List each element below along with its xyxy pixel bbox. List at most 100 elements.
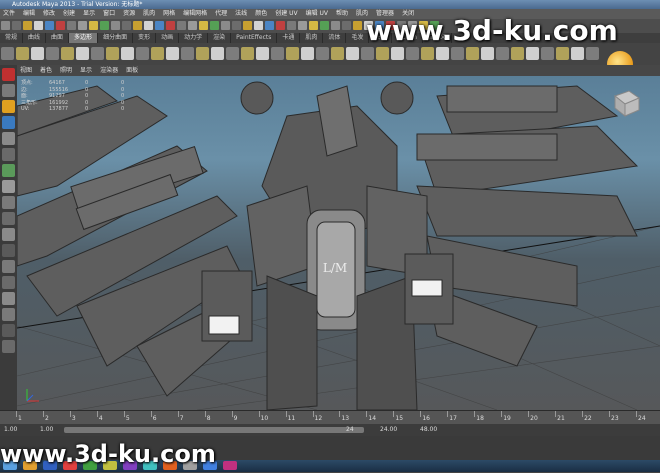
menu-item[interactable]: 颜色: [255, 9, 267, 19]
taskbar-app-icon[interactable]: [223, 461, 237, 470]
range-start[interactable]: 1.00: [4, 426, 17, 433]
shelf-tool-icon[interactable]: [211, 47, 224, 60]
status-tool-icon[interactable]: [166, 21, 175, 30]
shelf-tool-icon[interactable]: [466, 47, 479, 60]
panel-menu-item[interactable]: 渲染器: [100, 67, 118, 74]
shelf-tool-icon[interactable]: [346, 47, 359, 60]
shelf-tab[interactable]: 肌肉: [300, 33, 324, 43]
shelf-tool-icon[interactable]: [331, 47, 344, 60]
shelf-tab[interactable]: PaintEffects: [231, 33, 278, 43]
shelf-tab[interactable]: 曲面: [46, 33, 70, 43]
range-start-inner[interactable]: 1.00: [40, 426, 53, 433]
shelf-tab[interactable]: 动画: [156, 33, 180, 43]
shelf-tab[interactable]: 多边形: [69, 33, 99, 43]
tool-icon[interactable]: [2, 340, 15, 353]
time-slider[interactable]: 1 2 3 4 5 6 7 8 9 10 11 12 13 14 15 16 17 18 19 20 21 22 23 24: [0, 410, 660, 425]
shelf-tool-icon[interactable]: [76, 47, 89, 60]
tool-icon[interactable]: [2, 324, 15, 337]
shelf-tab[interactable]: 变形: [133, 33, 157, 43]
shelf-tab[interactable]: 曲线: [23, 33, 47, 43]
menu-item[interactable]: 窗口: [103, 9, 115, 19]
shelf-tool-icon[interactable]: [106, 47, 119, 60]
shelf-tool-icon[interactable]: [151, 47, 164, 60]
tool-icon[interactable]: [2, 68, 15, 81]
shelf-tab[interactable]: 常规: [0, 33, 24, 43]
status-tool-icon[interactable]: [122, 21, 131, 30]
status-tool-icon[interactable]: [177, 21, 186, 30]
menu-item[interactable]: 修改: [43, 9, 55, 19]
status-tool-icon[interactable]: [133, 21, 142, 30]
shelf-tool-icon[interactable]: [256, 47, 269, 60]
viewport[interactable]: L/M 顶点: 64167 0 0 边: 155516 0 0 面: 91297 0 0 三角形: 161…: [17, 76, 660, 410]
shelf-tab[interactable]: 渲染: [208, 33, 232, 43]
shelf-tab[interactable]: 动力学: [179, 33, 209, 43]
shelf-tool-icon[interactable]: [226, 47, 239, 60]
tool-icon[interactable]: [2, 260, 15, 273]
status-tool-icon[interactable]: [265, 21, 274, 30]
status-tool-icon[interactable]: [100, 21, 109, 30]
range-bar[interactable]: [64, 427, 364, 433]
shelf-tool-icon[interactable]: [121, 47, 134, 60]
menu-item[interactable]: 代理: [215, 9, 227, 19]
shelf-tab[interactable]: 卡通: [277, 33, 301, 43]
shelf-tool-icon[interactable]: [541, 47, 554, 60]
shelf-tool-icon[interactable]: [511, 47, 524, 60]
shelf-tool-icon[interactable]: [451, 47, 464, 60]
shelf-tool-icon[interactable]: [301, 47, 314, 60]
status-tool-icon[interactable]: [320, 21, 329, 30]
shelf-tool-icon[interactable]: [586, 47, 599, 60]
tool-icon[interactable]: [2, 84, 15, 97]
status-tool-icon[interactable]: [309, 21, 318, 30]
status-tool-icon[interactable]: [342, 21, 351, 30]
shelf-tool-icon[interactable]: [196, 47, 209, 60]
tool-icon[interactable]: [2, 180, 15, 193]
status-tool-icon[interactable]: [78, 21, 87, 30]
tool-icon[interactable]: [2, 164, 15, 177]
status-tool-icon[interactable]: [1, 21, 10, 30]
shelf-tool-icon[interactable]: [556, 47, 569, 60]
shelf-tool-icon[interactable]: [376, 47, 389, 60]
shelf-tool-icon[interactable]: [526, 47, 539, 60]
panel-menu-item[interactable]: 视图: [20, 67, 32, 74]
menu-item[interactable]: 编辑 UV: [306, 9, 328, 19]
shelf-tool-icon[interactable]: [361, 47, 374, 60]
range-end[interactable]: 24.00: [380, 426, 397, 433]
shelf-tool-icon[interactable]: [481, 47, 494, 60]
range-end-total[interactable]: 48.00: [420, 426, 437, 433]
panel-menu-item[interactable]: 显示: [80, 67, 92, 74]
status-tool-icon[interactable]: [254, 21, 263, 30]
status-tool-icon[interactable]: [188, 21, 197, 30]
status-tool-icon[interactable]: [89, 21, 98, 30]
shelf-tool-icon[interactable]: [496, 47, 509, 60]
status-tool-icon[interactable]: [144, 21, 153, 30]
status-tool-icon[interactable]: [56, 21, 65, 30]
shelf-tool-icon[interactable]: [436, 47, 449, 60]
panel-menu-item[interactable]: 着色: [40, 67, 52, 74]
status-tool-icon[interactable]: [221, 21, 230, 30]
status-tool-icon[interactable]: [23, 21, 32, 30]
tool-icon[interactable]: [2, 228, 15, 241]
shelf-tool-icon[interactable]: [46, 47, 59, 60]
shelf-tool-icon[interactable]: [136, 47, 149, 60]
shelf-tool-icon[interactable]: [181, 47, 194, 60]
shelf-tool-icon[interactable]: [31, 47, 44, 60]
range-end-inner[interactable]: 24: [346, 426, 354, 433]
menu-item[interactable]: 法线: [235, 9, 247, 19]
tool-icon[interactable]: [2, 212, 15, 225]
shelf-tool-icon[interactable]: [91, 47, 104, 60]
tool-icon[interactable]: [2, 132, 15, 145]
menu-item[interactable]: 帮助: [336, 9, 348, 19]
range-slider[interactable]: 1.00 1.00 24 24.00 48.00: [0, 424, 660, 436]
status-tool-icon[interactable]: [276, 21, 285, 30]
status-tool-icon[interactable]: [45, 21, 54, 30]
tool-icon[interactable]: [2, 148, 15, 161]
tool-icon[interactable]: [2, 100, 15, 113]
shelf-tool-icon[interactable]: [241, 47, 254, 60]
menu-item[interactable]: 编辑: [23, 9, 35, 19]
shelf-tool-icon[interactable]: [271, 47, 284, 60]
status-tool-icon[interactable]: [331, 21, 340, 30]
shelf-tool-icon[interactable]: [406, 47, 419, 60]
status-tool-icon[interactable]: [287, 21, 296, 30]
status-tool-icon[interactable]: [67, 21, 76, 30]
shelf-tool-icon[interactable]: [166, 47, 179, 60]
